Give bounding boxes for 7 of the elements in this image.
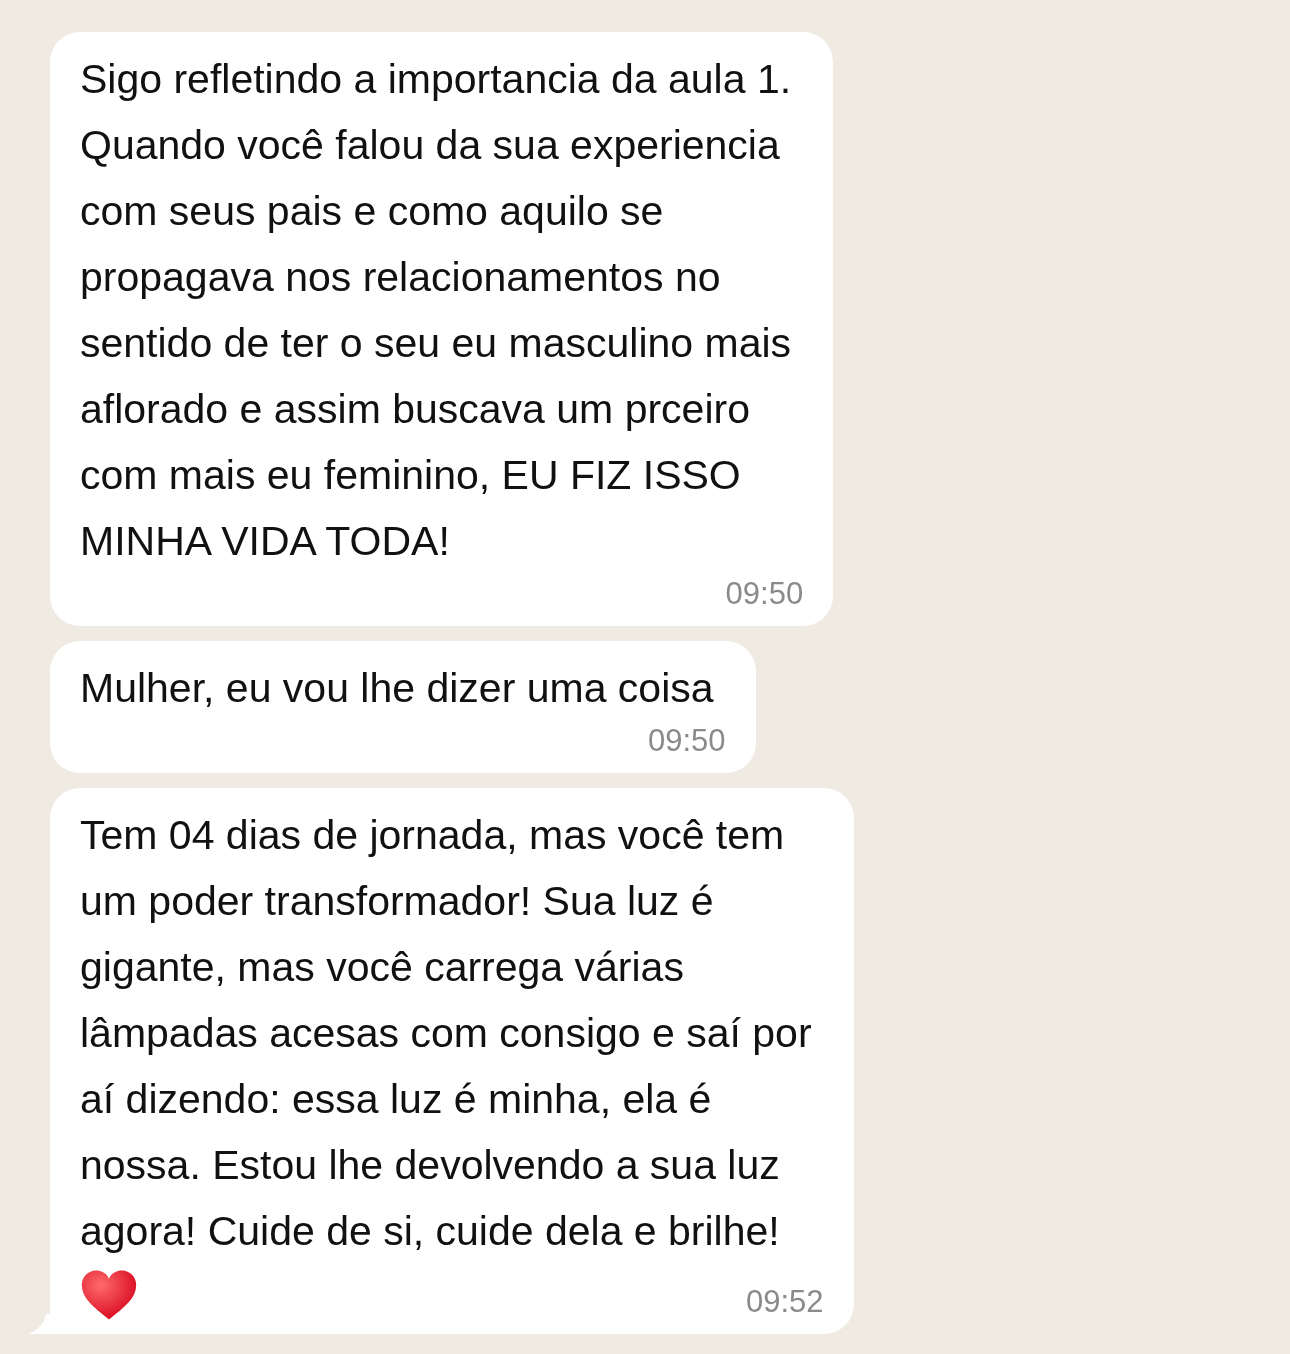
message-time: 09:52: [746, 1283, 824, 1321]
message-text: Tem 04 dias de jornada, mas você tem um poder transformador! Sua luz é gigante, mas você carrega várias lâmpadas acesas com consigo e saí por aí dizendo: essa luz é minha, ela é nossa. Estou lhe devolvendo a sua luz agora! Cuide de si, cuide dela e brilhe!: [80, 811, 812, 1256]
message-time: 09:50: [648, 722, 726, 760]
message-text: Mulher, eu vou lhe dizer uma coisa: [80, 664, 714, 713]
message-text: Sigo refletindo a importancia da aula 1. Quando você falou da sua experiencia com seus pais e como aquilo se propagava nos relacionamentos no sentido de ter o seu eu masculino mais aflorado e assim buscava um prceiro com mais eu feminino, EU FIZ ISSO MINHA VIDA TODA!: [80, 55, 792, 566]
message-time: 09:50: [725, 575, 804, 613]
heart-icon: [80, 1268, 138, 1322]
